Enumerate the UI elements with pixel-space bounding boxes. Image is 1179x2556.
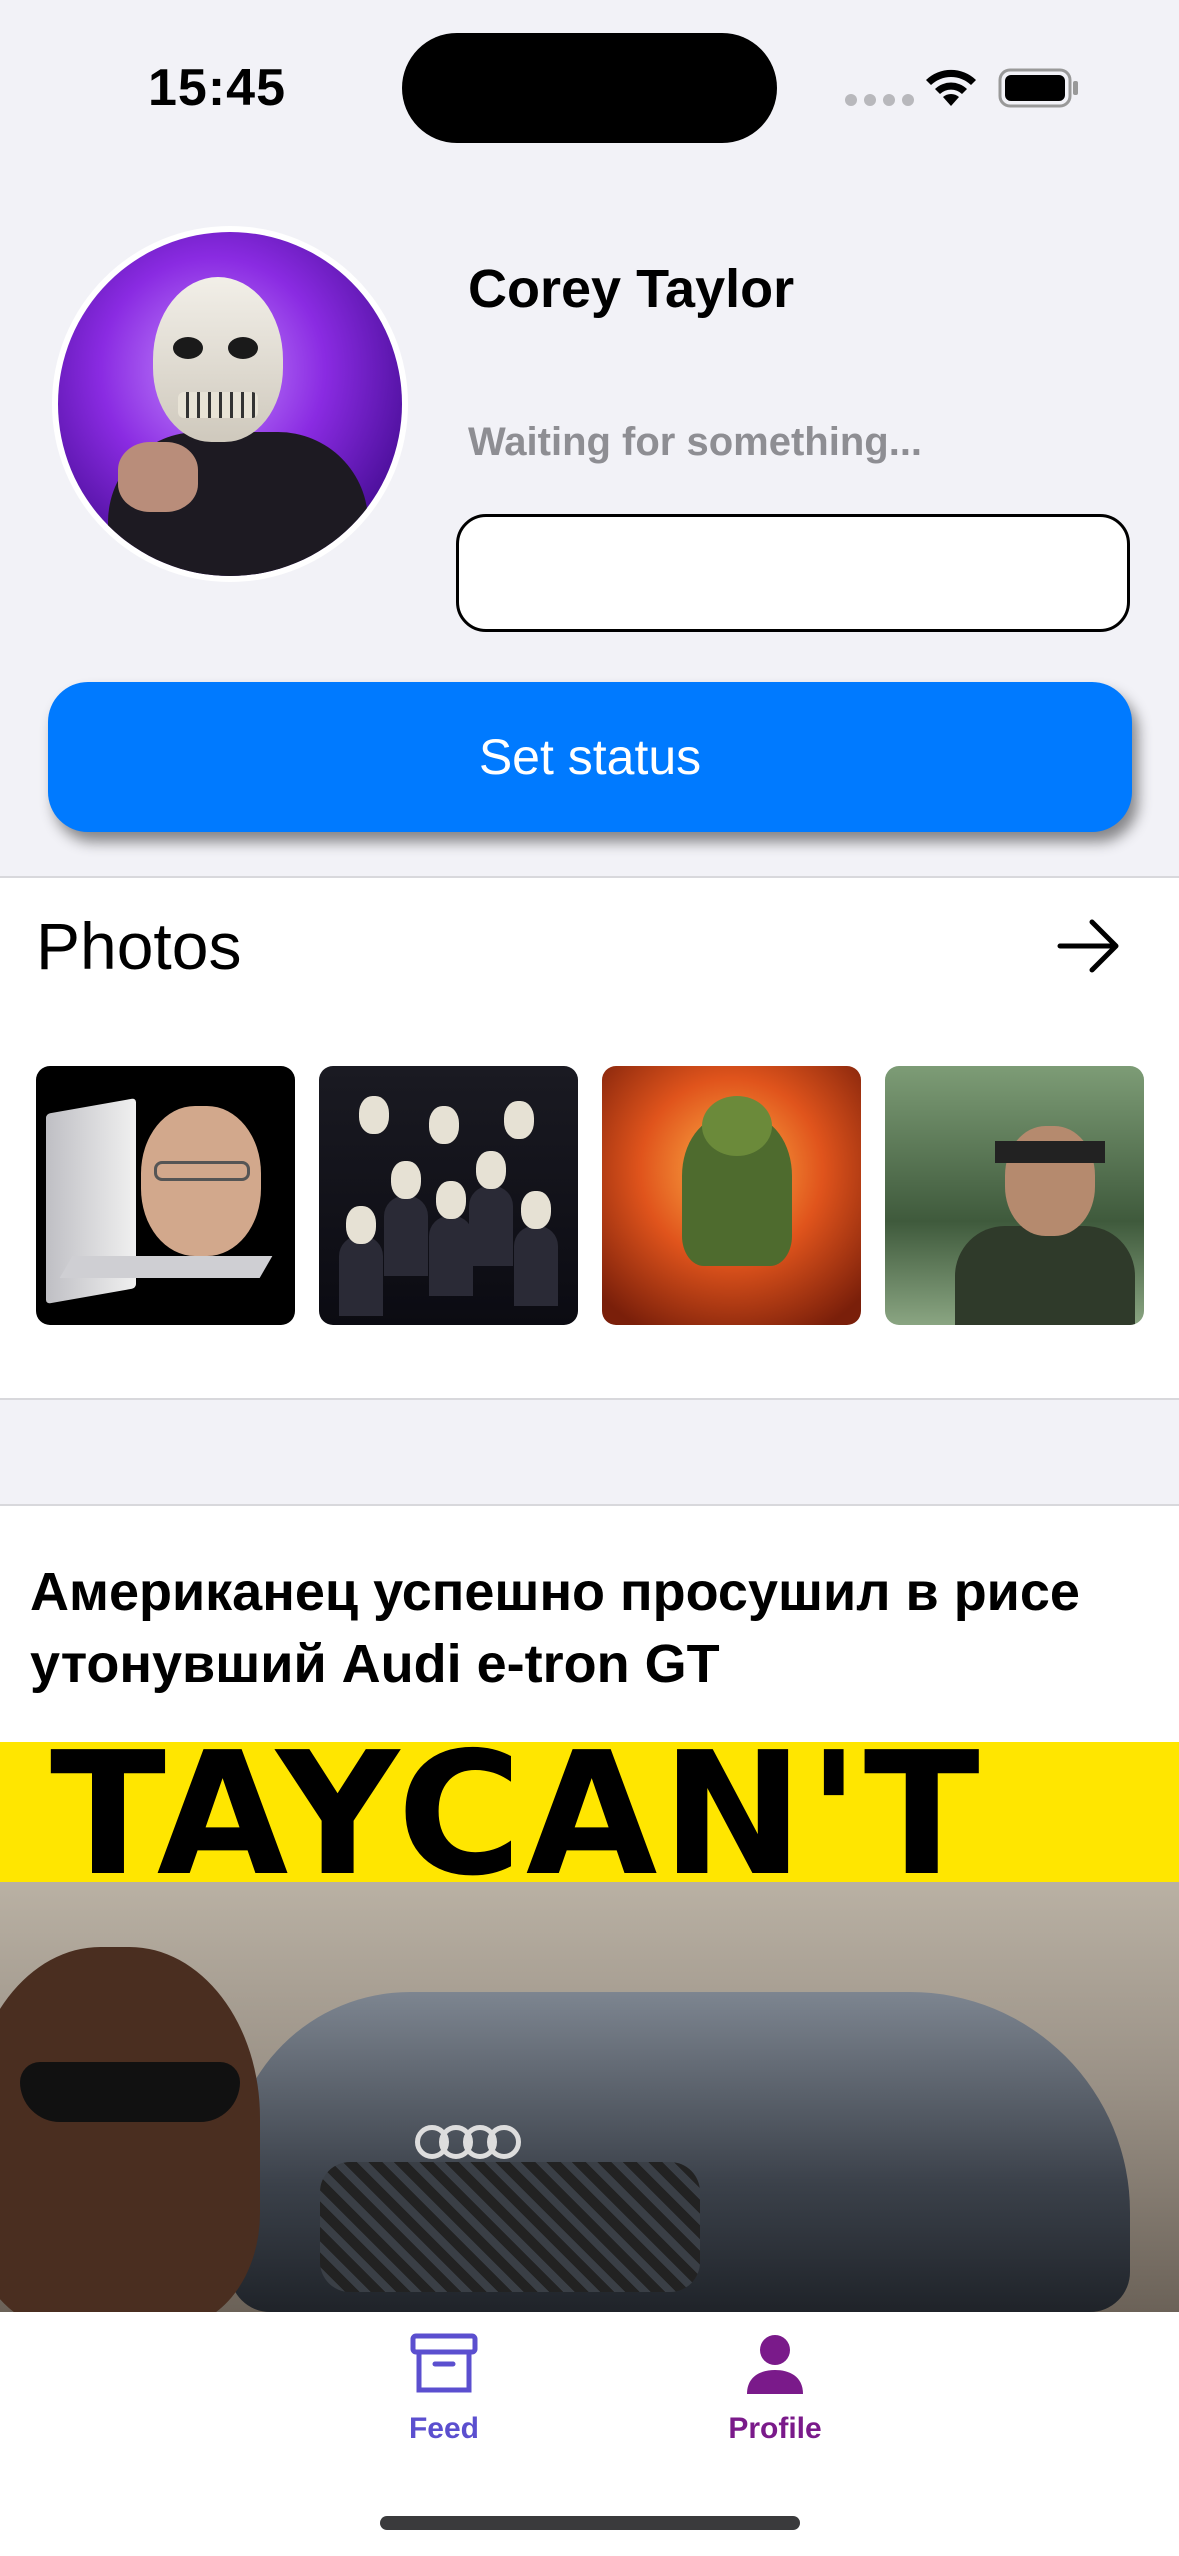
post-title: Американец успешно просушил в рисе утону… bbox=[30, 1562, 1080, 1694]
photo-thumbnail[interactable] bbox=[36, 1066, 295, 1325]
photo-thumbnail[interactable] bbox=[319, 1066, 578, 1325]
set-status-button[interactable]: Set status bbox=[48, 682, 1132, 832]
cellular-signal-icon bbox=[845, 94, 914, 106]
status-bar: 15:45 bbox=[0, 0, 1179, 170]
tab-profile[interactable]: Profile bbox=[680, 2332, 870, 2446]
post-image: TAYCAN'T bbox=[0, 1742, 1179, 2312]
photos-section[interactable]: Photos bbox=[0, 876, 1179, 1400]
photo-thumbnail[interactable] bbox=[885, 1066, 1144, 1325]
avatar-image bbox=[58, 232, 402, 576]
status-input[interactable] bbox=[456, 514, 1130, 632]
tab-feed-label: Feed bbox=[408, 2412, 480, 2445]
wifi-icon bbox=[926, 69, 976, 106]
avatar[interactable] bbox=[52, 226, 408, 582]
photos-title: Photos bbox=[36, 909, 242, 983]
post-image-banner-text: TAYCAN'T bbox=[50, 1742, 984, 1914]
photo-thumbnail[interactable] bbox=[602, 1066, 861, 1325]
tab-profile-label: Profile bbox=[728, 2412, 822, 2445]
dynamic-island bbox=[402, 33, 777, 143]
status-time: 15:45 bbox=[148, 59, 286, 117]
profile-status: Waiting for something... bbox=[468, 420, 923, 464]
home-indicator bbox=[380, 2516, 800, 2530]
person-icon bbox=[747, 2335, 803, 2394]
battery-icon bbox=[998, 68, 1078, 108]
profile-name: Corey Taylor bbox=[468, 259, 795, 319]
tab-feed[interactable]: Feed bbox=[374, 2332, 514, 2446]
arrow-right-icon[interactable] bbox=[1056, 916, 1122, 976]
archive-icon bbox=[410, 2333, 478, 2393]
photo-gallery bbox=[36, 1066, 1144, 1325]
